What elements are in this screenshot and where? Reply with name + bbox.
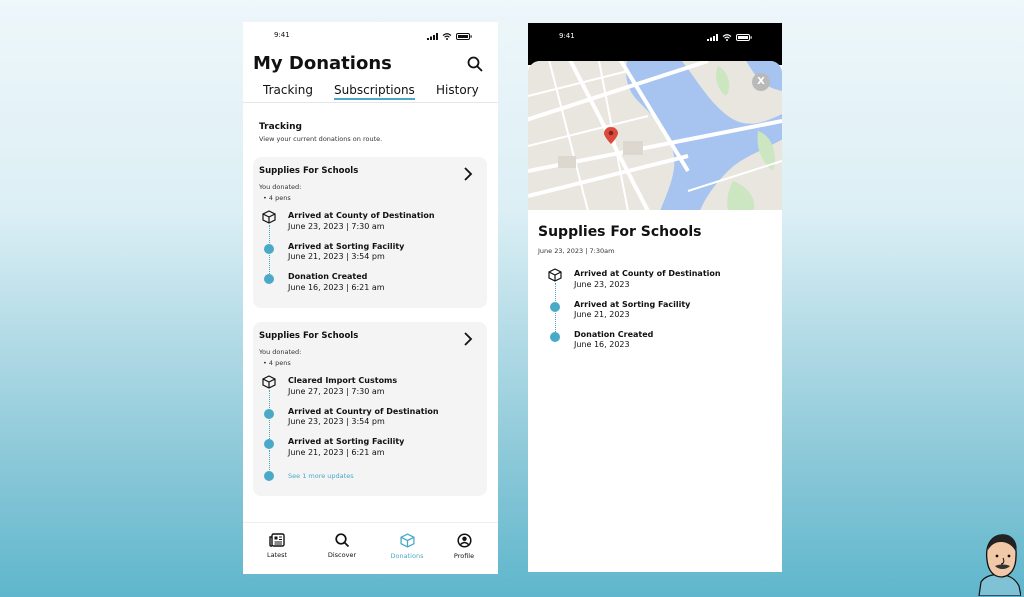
event-title: Donation Created	[574, 330, 654, 339]
package-icon	[262, 375, 276, 389]
status-time: 9:41	[559, 32, 575, 40]
wifi-icon	[722, 34, 732, 41]
event-title: Arrived at Country of Destination	[288, 407, 439, 416]
chevron-right-icon[interactable]	[463, 332, 473, 346]
timeline-dot	[264, 439, 274, 449]
signal-icon	[707, 34, 718, 41]
tab-bar: Tracking Subscriptions History	[243, 82, 498, 103]
event-title: Arrived at Sorting Facility	[574, 300, 691, 309]
timeline-dot	[264, 274, 274, 284]
event-title: Arrived at Sorting Facility	[288, 242, 405, 251]
donated-item: • 4 pens	[263, 194, 291, 202]
timeline-dot	[550, 332, 560, 342]
timeline-dot	[264, 244, 274, 254]
search-icon[interactable]	[467, 56, 483, 72]
see-more-updates-link[interactable]: See 1 more updates	[288, 472, 354, 480]
event-date: June 21, 2023	[574, 310, 630, 319]
close-button[interactable]: X	[752, 73, 770, 91]
battery-icon	[456, 33, 472, 40]
event-date: June 16, 2023 | 6:21 am	[288, 283, 385, 292]
event-date: June 21, 2023 | 6:21 am	[288, 448, 385, 457]
tab-tracking[interactable]: Tracking	[263, 83, 313, 97]
nav-latest[interactable]: Latest	[252, 533, 302, 559]
detail-title: Supplies For Schools	[538, 224, 702, 240]
package-icon	[548, 268, 562, 282]
bottom-nav: Latest Discover Donations Profile	[243, 522, 498, 574]
detail-subtitle: June 23, 2023 | 7:30am	[538, 247, 615, 255]
map-view[interactable]: X	[528, 61, 782, 210]
newspaper-icon	[269, 533, 285, 547]
event-date: June 16, 2023	[574, 340, 630, 349]
battery-icon	[736, 34, 752, 41]
cartoon-avatar	[978, 534, 1021, 596]
package-icon	[262, 210, 276, 224]
event-date: June 21, 2023 | 3:54 pm	[288, 252, 385, 261]
nav-profile[interactable]: Profile	[439, 533, 489, 560]
donated-label: You donated:	[259, 183, 302, 191]
donations-screen: 9:41 My Donations Tracking Subscriptions…	[243, 22, 498, 574]
timeline-dot	[264, 409, 274, 419]
chevron-right-icon[interactable]	[463, 167, 473, 181]
search-icon	[334, 533, 349, 547]
page-title: My Donations	[253, 53, 392, 74]
donated-item: • 4 pens	[263, 359, 291, 367]
donation-card[interactable]: Supplies For Schools You donated: • 4 pe…	[253, 157, 487, 308]
status-bar: 9:41	[243, 22, 498, 50]
timeline-dot	[550, 302, 560, 312]
profile-icon	[456, 533, 472, 548]
tab-history[interactable]: History	[436, 83, 479, 97]
event-date: June 27, 2023 | 7:30 am	[288, 387, 385, 396]
donated-label: You donated:	[259, 348, 302, 356]
section-subtitle: View your current donations on route.	[259, 135, 383, 143]
signal-icon	[427, 33, 438, 40]
event-date: June 23, 2023 | 3:54 pm	[288, 417, 385, 426]
content-area: Tracking View your current donations on …	[243, 104, 498, 522]
nav-discover[interactable]: Discover	[317, 533, 367, 559]
donation-card[interactable]: Supplies For Schools You donated: • 4 pe…	[253, 322, 487, 496]
status-bar: 9:41	[528, 23, 782, 65]
event-title: Arrived at County of Destination	[574, 269, 721, 278]
status-time: 9:41	[274, 31, 290, 39]
section-title: Tracking	[259, 122, 302, 132]
timeline-dot	[264, 471, 274, 481]
wifi-icon	[442, 33, 452, 40]
event-title: Arrived at County of Destination	[288, 211, 435, 220]
box-icon	[399, 533, 415, 548]
card-title: Supplies For Schools	[259, 331, 359, 341]
event-title: Arrived at Sorting Facility	[288, 437, 405, 446]
card-title: Supplies For Schools	[259, 166, 359, 176]
nav-donations[interactable]: Donations	[382, 533, 432, 560]
tab-subscriptions[interactable]: Subscriptions	[334, 83, 415, 100]
event-date: June 23, 2023	[574, 280, 630, 289]
event-date: June 23, 2023 | 7:30 am	[288, 222, 385, 231]
map-illustration	[528, 61, 782, 210]
donation-detail-screen: 9:41 X Supplies For Schools June 23, 202…	[528, 23, 782, 572]
event-title: Donation Created	[288, 272, 368, 281]
event-title: Cleared Import Customs	[288, 376, 398, 385]
